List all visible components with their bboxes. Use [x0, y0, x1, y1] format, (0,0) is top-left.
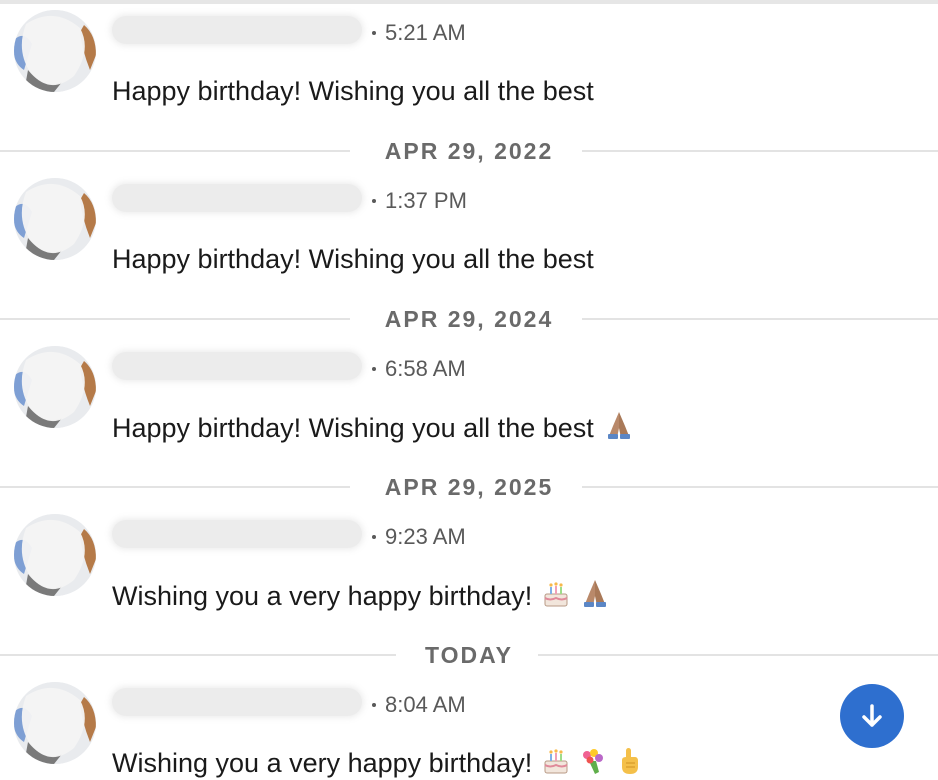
folded-hands-icon	[579, 578, 611, 608]
redacted-sender-name	[112, 184, 362, 212]
separator-dot	[372, 366, 376, 371]
jump-to-latest-button[interactable]	[840, 684, 904, 748]
message-body: Happy birthday! Wishing you all the best	[112, 244, 594, 274]
redacted-avatar-image	[14, 10, 96, 92]
message-body: Happy birthday! Wishing you all the best	[112, 413, 594, 443]
date-divider: APR 29, 2025	[0, 470, 938, 504]
message-timestamp: 1:37 PM	[372, 188, 467, 214]
date-divider: APR 29, 2022	[0, 134, 938, 168]
message-text: Happy birthday! Wishing you all the best	[112, 74, 594, 108]
message-text: Happy birthday! Wishing you all the best	[112, 242, 594, 276]
message-text: Wishing you a very happy birthday!	[112, 746, 641, 780]
birthday-cake-icon	[542, 580, 570, 608]
date-divider: TODAY	[0, 638, 938, 672]
message-timestamp: 6:58 AM	[372, 356, 466, 382]
timestamp-text: 9:23 AM	[385, 524, 466, 549]
birthday-cake-icon	[542, 747, 570, 775]
divider-line	[582, 318, 938, 320]
avatar[interactable]	[14, 178, 96, 260]
separator-dot	[372, 702, 376, 707]
pointing-up-hand-icon	[617, 747, 641, 775]
message-body: Happy birthday! Wishing you all the best	[112, 76, 594, 106]
message-item[interactable]: 6:58 AM Happy birthday! Wishing you all …	[0, 338, 938, 458]
timestamp-text: 6:58 AM	[385, 356, 466, 381]
message-thread-window: 5:21 AM Happy birthday! Wishing you all …	[0, 0, 938, 780]
redacted-sender-name	[112, 520, 362, 548]
redacted-sender-name	[112, 352, 362, 380]
message-text: Happy birthday! Wishing you all the best	[112, 410, 635, 445]
message-text: Wishing you a very happy birthday!	[112, 578, 611, 613]
message-timestamp: 9:23 AM	[372, 524, 466, 550]
timestamp-text: 5:21 AM	[385, 20, 466, 45]
avatar[interactable]	[14, 10, 96, 92]
message-item[interactable]: 9:23 AM Wishing you a very happy birthda…	[0, 506, 938, 626]
bouquet-icon	[579, 747, 607, 775]
avatar[interactable]	[14, 346, 96, 428]
divider-line	[582, 486, 938, 488]
redacted-sender-name	[112, 16, 362, 44]
redacted-avatar-image	[14, 346, 96, 428]
divider-line	[538, 654, 938, 656]
avatar[interactable]	[14, 682, 96, 764]
redacted-avatar-image	[14, 514, 96, 596]
timestamp-text: 1:37 PM	[385, 188, 467, 213]
message-timestamp: 5:21 AM	[372, 20, 466, 46]
folded-hands-icon	[603, 410, 635, 440]
redacted-sender-name	[112, 688, 362, 716]
timestamp-text: 8:04 AM	[385, 692, 466, 717]
message-item[interactable]: 5:21 AM Happy birthday! Wishing you all …	[0, 4, 938, 122]
message-thread[interactable]: 5:21 AM Happy birthday! Wishing you all …	[0, 4, 938, 780]
message-item[interactable]: 8:04 AM Wishing you a very happy birthda…	[0, 674, 938, 780]
message-timestamp: 8:04 AM	[372, 692, 466, 718]
message-body: Wishing you a very happy birthday!	[112, 581, 533, 611]
message-item[interactable]: 1:37 PM Happy birthday! Wishing you all …	[0, 170, 938, 290]
message-body: Wishing you a very happy birthday!	[112, 748, 533, 778]
redacted-avatar-image	[14, 682, 96, 764]
separator-dot	[372, 534, 376, 539]
avatar[interactable]	[14, 514, 96, 596]
date-divider: APR 29, 2024	[0, 302, 938, 336]
redacted-avatar-image	[14, 178, 96, 260]
separator-dot	[372, 30, 376, 35]
separator-dot	[372, 198, 376, 203]
divider-line	[582, 150, 938, 152]
arrow-down-icon	[862, 704, 882, 727]
